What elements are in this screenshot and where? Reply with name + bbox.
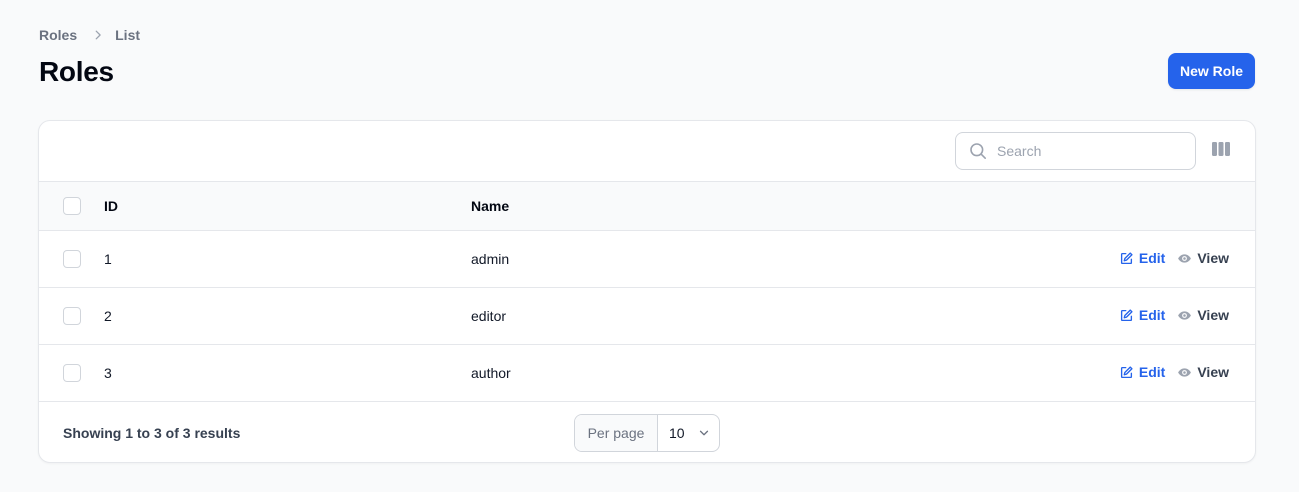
row-actions: Edit View: [1119, 250, 1229, 266]
table-toolbar: [39, 121, 1255, 182]
row-checkbox[interactable]: [63, 364, 81, 382]
select-all-checkbox[interactable]: [63, 197, 81, 215]
edit-link[interactable]: Edit: [1119, 364, 1165, 380]
table-row: 1 admin Edit View: [39, 231, 1255, 288]
edit-icon: [1120, 251, 1133, 264]
edit-label: Edit: [1138, 364, 1166, 380]
cell-id: 2: [104, 308, 112, 324]
cell-name: editor: [471, 308, 507, 324]
table-footer: Showing 1 to 3 of 3 results Per page 10: [39, 402, 1255, 462]
toggle-columns-button[interactable]: [1211, 141, 1231, 161]
edit-label: Edit: [1138, 250, 1166, 266]
eye-icon: [1178, 367, 1192, 377]
edit-icon: [1120, 308, 1133, 321]
table-row: 2 editor Edit View: [39, 288, 1255, 345]
row-checkbox[interactable]: [63, 307, 81, 325]
view-link[interactable]: View: [1177, 307, 1229, 323]
per-page-label: Per page: [575, 415, 658, 451]
chevron-right-icon: [91, 28, 105, 42]
search-input[interactable]: [997, 143, 1177, 159]
chevron-down-icon: [697, 426, 711, 440]
search-box[interactable]: [955, 132, 1196, 170]
breadcrumb: Roles List: [39, 26, 140, 44]
row-actions: Edit View: [1119, 307, 1229, 323]
new-role-button[interactable]: New Role: [1168, 53, 1255, 89]
view-label: View: [1197, 364, 1229, 380]
eye-icon: [1178, 310, 1192, 320]
view-link[interactable]: View: [1177, 250, 1229, 266]
search-icon: [968, 141, 988, 161]
results-summary: Showing 1 to 3 of 3 results: [63, 425, 241, 441]
roles-table-card: ID Name 1 admin Edit View 2 editor Edit: [38, 120, 1256, 463]
column-header-name[interactable]: Name: [471, 198, 509, 214]
column-header-id[interactable]: ID: [104, 198, 118, 214]
cell-id: 3: [104, 365, 112, 381]
edit-link[interactable]: Edit: [1119, 250, 1165, 266]
columns-icon: [1212, 141, 1230, 162]
view-label: View: [1197, 307, 1229, 323]
table-header: ID Name: [39, 182, 1255, 231]
view-link[interactable]: View: [1177, 364, 1229, 380]
breadcrumb-roles-link[interactable]: Roles: [39, 27, 77, 43]
page-title: Roles: [39, 56, 114, 87]
cell-id: 1: [104, 251, 112, 267]
breadcrumb-list-link[interactable]: List: [115, 27, 140, 43]
per-page-select[interactable]: Per page 10: [574, 414, 720, 452]
table-row: 3 author Edit View: [39, 345, 1255, 402]
cell-name: author: [471, 365, 511, 381]
row-actions: Edit View: [1119, 364, 1229, 380]
per-page-value-select[interactable]: 10: [658, 415, 719, 451]
eye-icon: [1178, 253, 1192, 263]
edit-label: Edit: [1138, 307, 1166, 323]
view-label: View: [1197, 250, 1229, 266]
edit-icon: [1120, 365, 1133, 378]
row-checkbox[interactable]: [63, 250, 81, 268]
cell-name: admin: [471, 251, 510, 267]
edit-link[interactable]: Edit: [1119, 307, 1165, 323]
per-page-value: 10: [669, 425, 685, 441]
